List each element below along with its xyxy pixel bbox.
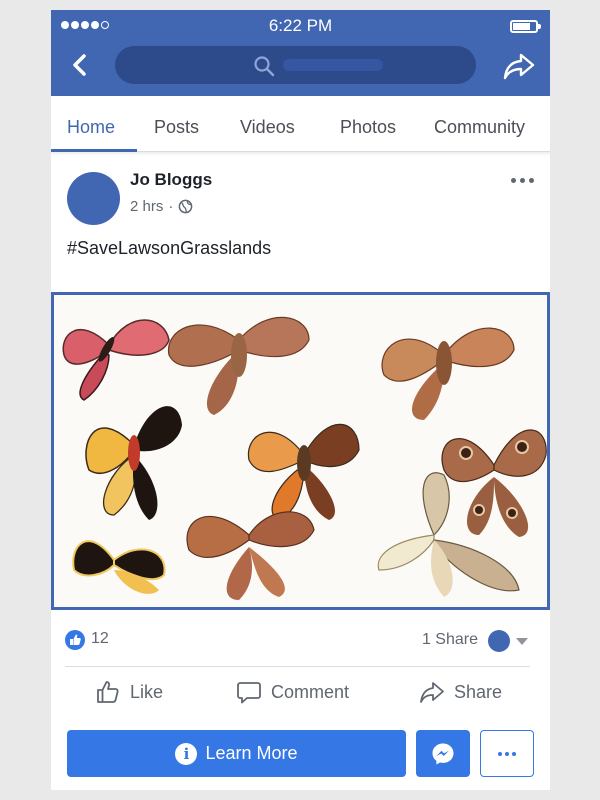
tab-posts[interactable]: Posts <box>154 117 199 138</box>
author-avatar[interactable] <box>67 172 120 225</box>
post-header: Jo Bloggs 2 hrs · #SaveLawsonGrasslands <box>51 156 550 292</box>
search-bar[interactable] <box>115 46 476 84</box>
like-label: Like <box>130 681 164 702</box>
like-button[interactable]: Like <box>95 679 163 705</box>
share-arrow-icon[interactable] <box>502 50 536 82</box>
page-tabs: Home Posts Videos Photos Community <box>51 96 550 152</box>
viewer-avatar[interactable] <box>488 630 510 652</box>
post-image-moths[interactable] <box>51 292 550 610</box>
tab-home[interactable]: Home <box>67 117 115 138</box>
comment-icon <box>237 682 261 704</box>
learn-more-button[interactable]: i Learn More <box>67 730 406 777</box>
share-label: Share <box>454 681 503 702</box>
active-tab-indicator <box>51 149 137 152</box>
share-count[interactable]: 1 Share <box>422 631 478 649</box>
battery-icon <box>510 20 541 33</box>
phone-screen: 6:22 PM Home Posts Videos Photos Communi… <box>51 10 550 790</box>
call-to-action-row: i Learn More <box>51 728 550 778</box>
learn-more-label: Learn More <box>205 743 298 763</box>
tab-photos[interactable]: Photos <box>340 117 396 138</box>
moths-illustration <box>54 295 547 607</box>
top-navigation-bar: 6:22 PM <box>51 10 550 96</box>
status-bar: 6:22 PM <box>51 16 550 36</box>
chevron-down-icon[interactable] <box>516 638 528 645</box>
post-author[interactable]: Jo Bloggs <box>130 170 212 190</box>
thumbs-up-icon <box>97 681 119 703</box>
globe-icon <box>179 199 193 214</box>
post-actions: Like Comment Share <box>51 674 550 714</box>
messenger-button[interactable] <box>416 730 470 777</box>
share-button[interactable]: Share <box>419 679 502 705</box>
comment-label: Comment <box>271 681 350 702</box>
search-query-redacted <box>283 59 383 71</box>
meta-separator: · <box>168 198 174 215</box>
reaction-summary: 12 1 Share <box>51 626 550 666</box>
like-count[interactable]: 12 <box>91 630 109 648</box>
tab-videos[interactable]: Videos <box>240 117 295 138</box>
post-text: #SaveLawsonGrasslands <box>67 238 272 258</box>
like-reaction-icon[interactable] <box>65 630 85 650</box>
post-time: 2 hrs <box>130 198 164 215</box>
tab-community[interactable]: Community <box>434 117 525 138</box>
back-arrow-icon[interactable] <box>65 50 95 80</box>
messenger-icon <box>432 743 454 764</box>
post-meta: 2 hrs · <box>130 198 193 215</box>
status-time: 6:22 PM <box>268 16 333 35</box>
search-icon <box>254 56 275 77</box>
reactions-divider <box>65 666 530 667</box>
more-options-icon[interactable] <box>480 730 534 777</box>
share-icon <box>420 682 444 703</box>
comment-button[interactable]: Comment <box>236 679 349 705</box>
post-options-icon[interactable] <box>511 178 534 183</box>
info-icon: i <box>175 742 198 765</box>
